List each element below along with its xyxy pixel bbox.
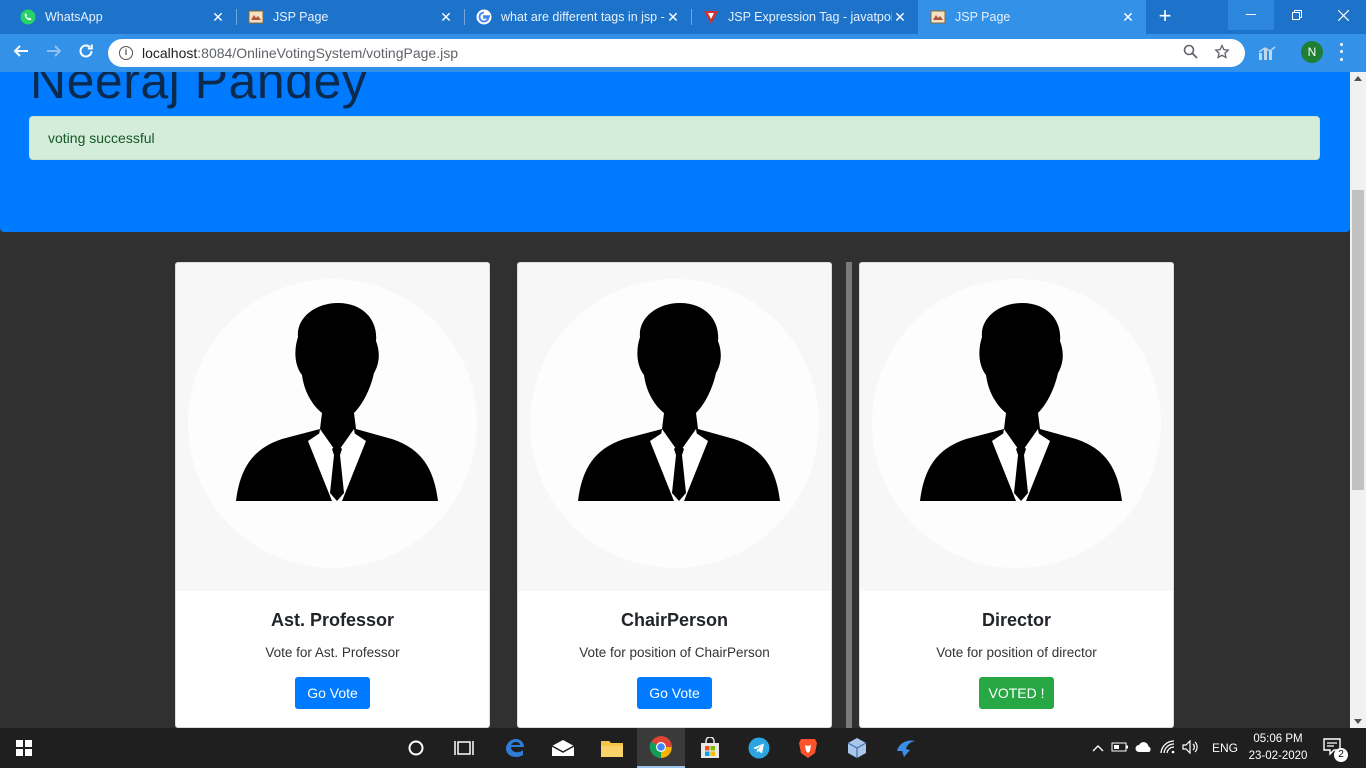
scrollbar-thumb[interactable]: [1352, 190, 1364, 490]
clock-time: 05:06 PM: [1253, 733, 1303, 745]
scroll-up-icon[interactable]: [1354, 76, 1362, 81]
jsp-page-icon: [248, 9, 264, 25]
card-image: [518, 263, 831, 591]
column-divider: [846, 262, 852, 728]
candidate-card-ast-professor: Ast. Professor Vote for Ast. Professor G…: [175, 262, 490, 728]
bookmark-star-icon[interactable]: [1213, 43, 1231, 62]
battery-icon[interactable]: [1111, 741, 1129, 756]
file-explorer-icon[interactable]: [588, 728, 636, 768]
close-icon[interactable]: ✕: [665, 9, 681, 25]
tab-whatsapp[interactable]: WhatsApp ✕: [8, 0, 236, 34]
tab-title: WhatsApp: [45, 10, 103, 24]
url-path: :8084/OnlineVotingSystem/votingPage.jsp: [197, 45, 458, 61]
browser-toolbar: i localhost:8084/OnlineVotingSystem/voti…: [0, 34, 1366, 72]
page-scrollbar[interactable]: [1350, 72, 1366, 728]
info-icon[interactable]: i: [119, 46, 133, 60]
google-icon: [476, 9, 492, 25]
person-silhouette-icon: [578, 303, 780, 501]
tab-title: JSP Expression Tag - javatpoint: [728, 10, 892, 24]
window-close-icon[interactable]: [1320, 0, 1366, 30]
task-view-icon[interactable]: [440, 728, 488, 768]
taskbar-clock[interactable]: 05:06 PM 23-02-2020: [1240, 731, 1316, 765]
header-banner: Neeraj Pandey voting successful: [0, 72, 1350, 232]
virtualbox-icon[interactable]: [833, 728, 881, 768]
card-description: Vote for position of director: [936, 645, 1097, 660]
url-host: localhost: [142, 45, 198, 61]
page-viewport: Neeraj Pandey voting successful Ast. Pro…: [0, 72, 1350, 728]
edge-icon[interactable]: [490, 728, 538, 768]
restore-icon[interactable]: [1274, 0, 1320, 30]
close-icon[interactable]: ✕: [892, 9, 908, 25]
jsp-page-icon: [930, 9, 946, 25]
wifi-icon[interactable]: [1159, 739, 1176, 757]
url-text: localhost:8084/OnlineVotingSystem/voting…: [142, 45, 1181, 61]
store-icon[interactable]: [686, 728, 734, 768]
netbeans-icon[interactable]: [882, 728, 930, 768]
back-icon[interactable]: [10, 42, 32, 64]
card-title: Director: [981, 610, 1052, 630]
tab-jsp-page[interactable]: JSP Page ✕: [236, 0, 464, 34]
system-tray: [1092, 728, 1200, 768]
close-icon[interactable]: ✕: [210, 9, 226, 25]
more-menu-icon[interactable]: [1337, 41, 1345, 63]
notification-count-badge: 2: [1334, 748, 1348, 762]
brave-icon[interactable]: [784, 728, 832, 768]
tab-title: JSP Page: [955, 10, 1011, 24]
reload-icon[interactable]: [75, 42, 97, 64]
person-silhouette-icon: [920, 303, 1122, 501]
chrome-icon[interactable]: [637, 728, 685, 768]
card-description: Vote for position of ChairPerson: [579, 645, 770, 660]
whatsapp-icon: [20, 9, 36, 25]
card-image: [176, 263, 489, 591]
extension-icon[interactable]: [1258, 44, 1276, 62]
candidate-card-chairperson: ChairPerson Vote for position of ChairPe…: [517, 262, 832, 728]
tab-javatpoint[interactable]: JSP Expression Tag - javatpoint ✕: [691, 0, 918, 34]
forward-icon[interactable]: [43, 42, 65, 64]
javatpoint-icon: [703, 9, 719, 25]
tab-title: JSP Page: [273, 10, 329, 24]
candidate-card-director: Director Vote for position of director V…: [859, 262, 1174, 728]
minimize-icon[interactable]: [1228, 0, 1274, 30]
close-icon[interactable]: ✕: [438, 9, 454, 25]
chevron-up-icon[interactable]: [1092, 741, 1104, 755]
card-image: [860, 263, 1173, 591]
person-silhouette-icon: [236, 303, 438, 501]
new-tab-icon[interactable]: +: [1154, 5, 1176, 27]
windows-taskbar: ENG 05:06 PM 23-02-2020 2: [0, 728, 1366, 768]
close-icon[interactable]: ✕: [1120, 9, 1136, 25]
browser-title-bar: WhatsApp ✕ JSP Page ✕ what are different…: [0, 0, 1366, 34]
tab-google-search[interactable]: what are different tags in jsp - ✕: [464, 0, 691, 34]
action-center-icon[interactable]: 2: [1322, 736, 1348, 762]
go-vote-button[interactable]: Go Vote: [637, 677, 712, 709]
success-alert: voting successful: [29, 116, 1320, 160]
clock-date: 23-02-2020: [1248, 750, 1308, 762]
scroll-down-icon[interactable]: [1354, 719, 1362, 724]
windows-start-icon[interactable]: [0, 728, 48, 768]
user-name-heading: Neeraj Pandey: [30, 72, 368, 109]
tab-title: what are different tags in jsp -: [501, 10, 665, 24]
mail-icon[interactable]: [539, 728, 587, 768]
voted-button[interactable]: VOTED !: [979, 677, 1054, 709]
cortana-icon[interactable]: [392, 728, 440, 768]
card-title: ChairPerson: [620, 610, 729, 630]
go-vote-button[interactable]: Go Vote: [295, 677, 370, 709]
telegram-icon[interactable]: [735, 728, 783, 768]
tab-jsp-page-active[interactable]: JSP Page ✕: [918, 0, 1146, 34]
card-title: Ast. Professor: [270, 610, 395, 630]
profile-avatar[interactable]: N: [1301, 41, 1323, 63]
card-description: Vote for Ast. Professor: [265, 645, 400, 660]
onedrive-icon[interactable]: [1135, 741, 1153, 756]
volume-icon[interactable]: [1182, 739, 1200, 757]
language-indicator[interactable]: ENG: [1212, 728, 1238, 768]
address-bar[interactable]: i localhost:8084/OnlineVotingSystem/voti…: [108, 39, 1245, 67]
zoom-icon[interactable]: [1181, 44, 1199, 62]
